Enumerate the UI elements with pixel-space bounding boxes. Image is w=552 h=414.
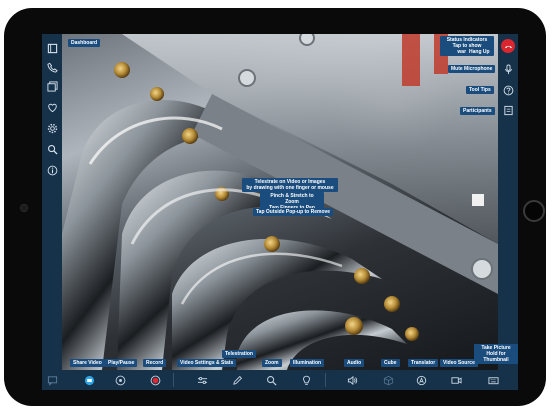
tooltip-zoom: Zoom bbox=[262, 359, 282, 367]
speaker-icon[interactable] bbox=[345, 373, 359, 387]
tooltip-mute-microphone: Mute Microphone bbox=[448, 65, 496, 73]
toolbar-divider bbox=[173, 373, 174, 387]
tooltip-participants: Participants bbox=[460, 107, 495, 115]
tooltip-play-pause: Play/Pause bbox=[105, 359, 138, 367]
app-screen: Dashboard Status Indicators Tap to show … bbox=[42, 34, 518, 390]
pencil-icon[interactable] bbox=[230, 373, 244, 387]
tooltip-tool-tips: Tool Tips bbox=[466, 86, 494, 94]
right-sidebar bbox=[498, 34, 518, 370]
tooltip-hang-up: Hang Up bbox=[466, 48, 493, 56]
zoom-icon[interactable] bbox=[264, 373, 278, 387]
tooltip-share-video: Share Video bbox=[70, 359, 105, 367]
record-icon[interactable] bbox=[148, 373, 162, 387]
tooltip-pinch-line1: Pinch & Stretch to Zoom bbox=[270, 193, 314, 205]
tooltip-video-source: Video Source bbox=[440, 359, 478, 367]
gallery-icon[interactable] bbox=[44, 78, 60, 94]
tooltip-telestrate: Telestrate on Video or Images by drawing… bbox=[242, 178, 338, 192]
tooltip-video-settings: Video Settings & Stats bbox=[177, 359, 237, 367]
tooltip-translator: Translator bbox=[408, 359, 439, 367]
gear-icon[interactable] bbox=[44, 120, 60, 136]
video-camera-icon[interactable] bbox=[449, 373, 463, 387]
help-icon[interactable] bbox=[500, 82, 516, 98]
bottom-toolbar bbox=[42, 370, 518, 390]
tooltip-take-picture: Take Picture Hold for Thumbnail bbox=[474, 344, 518, 364]
tablet-bezel: Dashboard Status Indicators Tap to show … bbox=[4, 8, 546, 406]
tooltip-telestrate-line2: by drawing with one finger or mouse bbox=[246, 185, 334, 191]
phone-icon[interactable] bbox=[44, 59, 60, 75]
tooltip-tap-outside: Tap Outside Pop-up to Remove bbox=[253, 208, 334, 216]
square-icon[interactable] bbox=[44, 40, 60, 56]
translator-icon[interactable] bbox=[414, 373, 428, 387]
share-video-icon[interactable] bbox=[82, 373, 96, 387]
hang-up-icon[interactable] bbox=[501, 39, 515, 53]
tooltip-cube: Cube bbox=[381, 359, 400, 367]
toolbar-divider bbox=[325, 373, 326, 387]
bulb-icon[interactable] bbox=[299, 373, 313, 387]
tooltip-audio: Audio bbox=[344, 359, 365, 367]
cube-icon[interactable] bbox=[381, 373, 395, 387]
camera-dot bbox=[20, 204, 28, 212]
microphone-icon[interactable] bbox=[500, 61, 516, 77]
home-button[interactable] bbox=[523, 200, 545, 222]
settings-sliders-icon[interactable] bbox=[195, 373, 209, 387]
keyboard-icon[interactable] bbox=[486, 373, 500, 387]
heart-icon[interactable] bbox=[44, 99, 60, 115]
tooltip-telestration: Telestration bbox=[222, 350, 256, 358]
tooltip-record: Record bbox=[143, 359, 167, 367]
participants-icon[interactable] bbox=[500, 102, 516, 118]
tooltip-dashboard: Dashboard bbox=[68, 39, 101, 47]
tooltip-take-picture-line2: Hold for Thumbnail bbox=[483, 351, 509, 363]
left-sidebar bbox=[42, 34, 62, 370]
tooltip-illumination: Illumination bbox=[290, 359, 325, 367]
play-pause-icon[interactable] bbox=[113, 373, 127, 387]
search-icon[interactable] bbox=[44, 141, 60, 157]
chat-icon[interactable] bbox=[45, 373, 59, 387]
info-icon[interactable] bbox=[44, 162, 60, 178]
